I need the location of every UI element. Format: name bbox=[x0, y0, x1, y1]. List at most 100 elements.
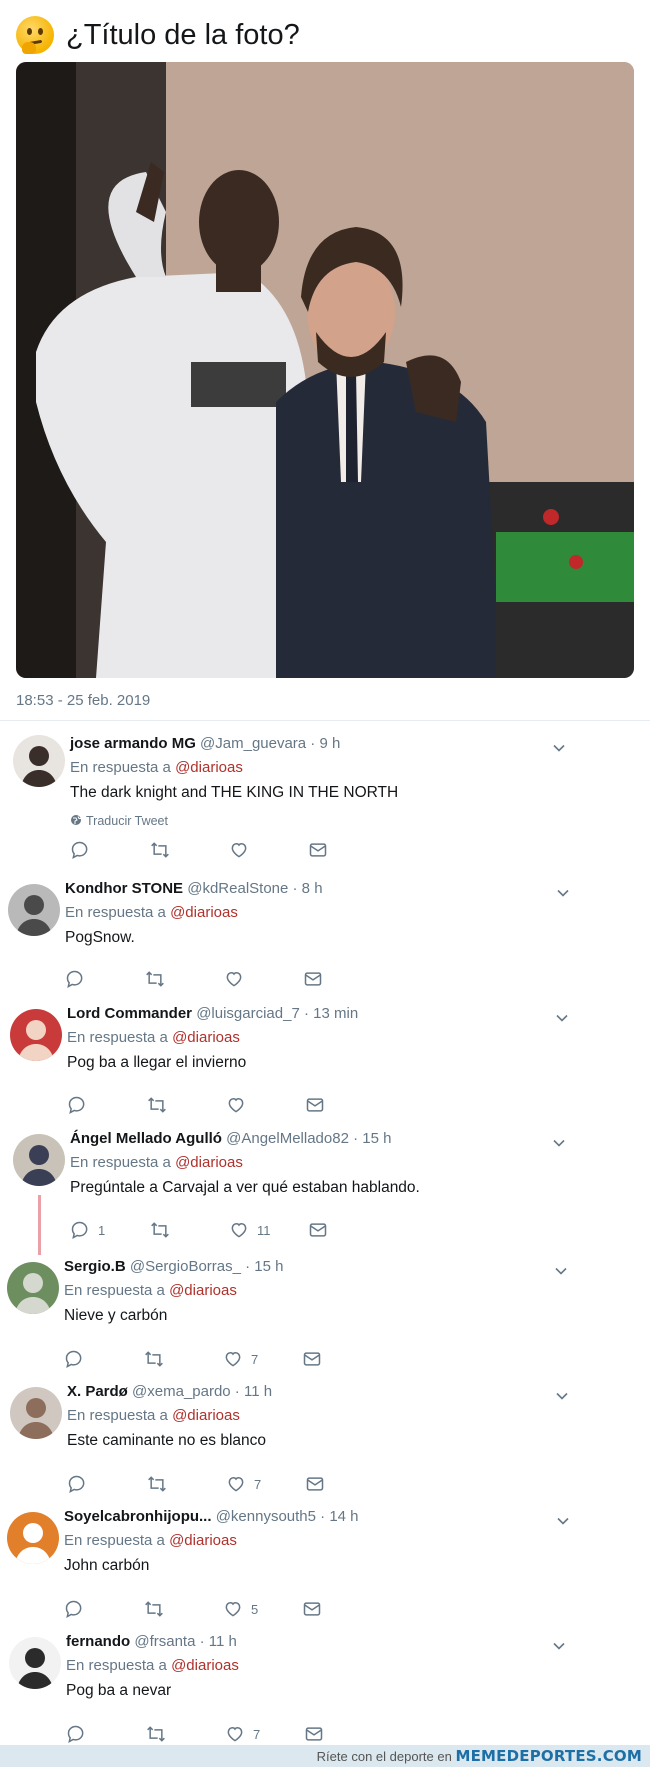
reply-author[interactable]: Sergio.B @SergioBorras_ · 15 h bbox=[64, 1258, 284, 1275]
avatar[interactable] bbox=[13, 1134, 65, 1186]
mention-link[interactable]: @diarioas bbox=[175, 1154, 243, 1171]
reply-label: En respuesta a bbox=[67, 1029, 173, 1046]
reply-author[interactable]: X. Pardø @xema_pardo · 11 h bbox=[67, 1383, 272, 1400]
chevron-down-icon[interactable] bbox=[553, 1136, 565, 1148]
author-meta[interactable]: @xema_pardo · 11 h bbox=[132, 1383, 272, 1400]
avatar[interactable] bbox=[10, 1387, 62, 1439]
message-button[interactable] bbox=[308, 840, 328, 860]
avatar[interactable] bbox=[7, 1262, 59, 1314]
chevron-down-icon[interactable] bbox=[553, 1639, 565, 1651]
like-button[interactable]: 7 bbox=[223, 1349, 258, 1369]
reply-button[interactable] bbox=[64, 1599, 92, 1619]
author-name[interactable]: Ángel Mellado Agulló bbox=[70, 1130, 222, 1147]
like-count: 7 bbox=[251, 1351, 259, 1367]
mention-link[interactable]: @diarioas bbox=[170, 904, 238, 921]
message-button[interactable] bbox=[305, 1095, 325, 1115]
author-name[interactable]: Lord Commander bbox=[67, 1005, 192, 1022]
like-button[interactable]: 7 bbox=[225, 1724, 260, 1744]
reply-button[interactable] bbox=[67, 1474, 95, 1494]
chevron-down-icon[interactable] bbox=[556, 1389, 568, 1401]
globe-icon bbox=[70, 814, 86, 828]
author-name[interactable]: Sergio.B bbox=[64, 1258, 126, 1275]
avatar[interactable] bbox=[9, 1637, 61, 1689]
reply-button[interactable]: 1 bbox=[70, 1220, 105, 1240]
like-count: 7 bbox=[253, 1726, 261, 1742]
avatar[interactable] bbox=[8, 884, 60, 936]
reply-label: En respuesta a bbox=[66, 1657, 172, 1674]
reply-button[interactable] bbox=[67, 1095, 95, 1115]
reply-icon bbox=[67, 1474, 87, 1494]
author-name[interactable]: fernando bbox=[66, 1633, 130, 1650]
avatar[interactable] bbox=[7, 1512, 59, 1564]
tweet-timestamp[interactable]: 18:53 - 25 feb. 2019 bbox=[16, 692, 150, 709]
reply-button[interactable] bbox=[64, 1349, 92, 1369]
retweet-button[interactable] bbox=[143, 1349, 165, 1369]
author-name[interactable]: X. Pardø bbox=[67, 1383, 128, 1400]
mention-link[interactable]: @diarioas bbox=[169, 1532, 237, 1549]
retweet-button[interactable] bbox=[146, 1474, 168, 1494]
translate-label[interactable]: Traducir Tweet bbox=[86, 814, 168, 828]
message-button[interactable] bbox=[304, 1724, 324, 1744]
author-name[interactable]: Soyelcabronhijopu... bbox=[64, 1508, 212, 1525]
retweet-button[interactable] bbox=[149, 840, 171, 860]
reply-author[interactable]: Soyelcabronhijopu... @kennysouth5 · 14 h bbox=[64, 1508, 359, 1525]
message-button[interactable] bbox=[308, 1220, 328, 1240]
chevron-down-icon[interactable] bbox=[557, 1514, 569, 1526]
author-meta[interactable]: @luisgarciad_7 · 13 min bbox=[196, 1005, 358, 1022]
mention-link[interactable]: @diarioas bbox=[169, 1282, 237, 1299]
mention-link[interactable]: @diarioas bbox=[172, 1029, 240, 1046]
author-meta[interactable]: @frsanta · 11 h bbox=[134, 1633, 237, 1650]
like-button[interactable] bbox=[224, 969, 252, 989]
reply-button[interactable] bbox=[66, 1724, 94, 1744]
mention-link[interactable]: @diarioas bbox=[172, 1407, 240, 1424]
heart-icon bbox=[226, 1095, 246, 1115]
like-button[interactable]: 11 bbox=[229, 1220, 271, 1240]
retweet-icon bbox=[143, 1349, 165, 1369]
reply-author[interactable]: Ángel Mellado Agulló @AngelMellado82 · 1… bbox=[70, 1130, 391, 1147]
chevron-down-icon[interactable] bbox=[555, 1264, 567, 1276]
retweet-button[interactable] bbox=[149, 1220, 171, 1240]
watermark-text: Ríete con el deporte en MEMEDEPORTES.COM bbox=[317, 1747, 642, 1765]
translate-link[interactable]: Traducir Tweet bbox=[70, 814, 168, 828]
chevron-down-icon[interactable] bbox=[557, 886, 569, 898]
reply-button[interactable] bbox=[70, 840, 98, 860]
retweet-button[interactable] bbox=[143, 1599, 165, 1619]
reply-text: The dark knight and THE KING IN THE NORT… bbox=[70, 784, 399, 801]
author-name[interactable]: Kondhor STONE bbox=[65, 880, 183, 897]
reply-author[interactable]: Kondhor STONE @kdRealStone · 8 h bbox=[65, 880, 323, 897]
author-meta[interactable]: @SergioBorras_ · 15 h bbox=[130, 1258, 284, 1275]
envelope-icon bbox=[305, 1474, 325, 1494]
chevron-down-icon[interactable] bbox=[553, 741, 565, 753]
author-name[interactable]: jose armando MG bbox=[70, 735, 196, 752]
like-button[interactable]: 5 bbox=[223, 1599, 258, 1619]
reply-author[interactable]: Lord Commander @luisgarciad_7 · 13 min bbox=[67, 1005, 358, 1022]
mention-link[interactable]: @diarioas bbox=[171, 1657, 239, 1674]
message-button[interactable] bbox=[302, 1599, 322, 1619]
author-meta[interactable]: @AngelMellado82 · 15 h bbox=[226, 1130, 391, 1147]
like-button[interactable] bbox=[226, 1095, 254, 1115]
reply-author[interactable]: jose armando MG @Jam_guevara · 9 h bbox=[70, 735, 340, 752]
chevron-down-icon[interactable] bbox=[556, 1011, 568, 1023]
like-button[interactable]: 7 bbox=[226, 1474, 261, 1494]
avatar[interactable] bbox=[13, 735, 65, 787]
message-button[interactable] bbox=[302, 1349, 322, 1369]
author-meta[interactable]: @kdRealStone · 8 h bbox=[187, 880, 322, 897]
mention-link[interactable]: @diarioas bbox=[175, 759, 243, 776]
retweet-button[interactable] bbox=[145, 1724, 167, 1744]
reply-author[interactable]: fernando @frsanta · 11 h bbox=[66, 1633, 237, 1650]
tweet-photo[interactable] bbox=[16, 62, 634, 678]
message-button[interactable] bbox=[303, 969, 323, 989]
message-button[interactable] bbox=[305, 1474, 325, 1494]
reply-label: En respuesta a bbox=[67, 1407, 173, 1424]
author-meta[interactable]: @kennysouth5 · 14 h bbox=[216, 1508, 359, 1525]
author-meta[interactable]: @Jam_guevara · 9 h bbox=[200, 735, 340, 752]
like-count: 7 bbox=[254, 1476, 262, 1492]
thinking-face-icon bbox=[16, 16, 54, 54]
avatar[interactable] bbox=[10, 1009, 62, 1061]
retweet-button[interactable] bbox=[146, 1095, 168, 1115]
reply-button[interactable] bbox=[65, 969, 93, 989]
retweet-button[interactable] bbox=[144, 969, 166, 989]
like-button[interactable] bbox=[229, 840, 257, 860]
retweet-icon bbox=[146, 1095, 168, 1115]
retweet-icon bbox=[149, 840, 171, 860]
